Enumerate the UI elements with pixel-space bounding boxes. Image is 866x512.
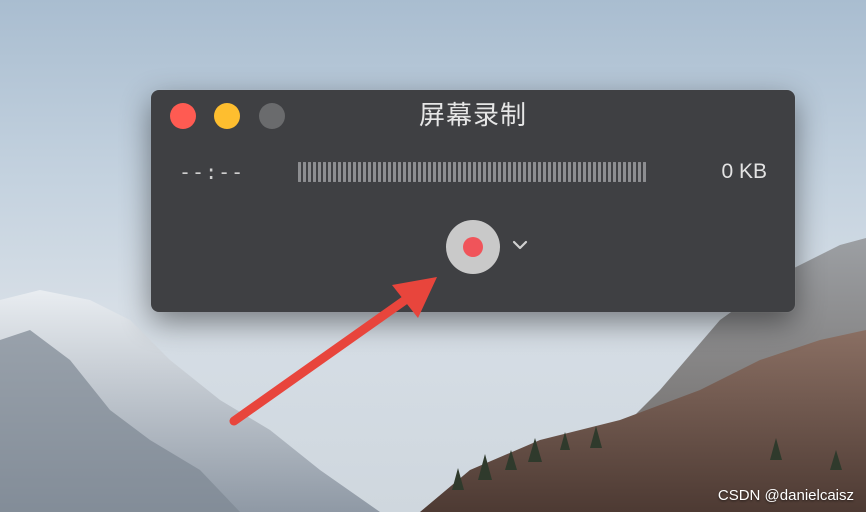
watermark: CSDN @danielcaisz	[717, 487, 854, 504]
chevron-down-icon	[512, 240, 528, 250]
title-bar[interactable]: 屏幕录制	[151, 90, 795, 142]
file-size: 0 KB	[721, 160, 767, 183]
screen-recording-window: 屏幕录制 --:-- 0 KB	[151, 90, 795, 312]
window-title: 屏幕录制	[418, 101, 527, 131]
audio-level-meter	[298, 162, 646, 182]
elapsed-time: --:--	[179, 160, 245, 184]
record-button[interactable]	[446, 220, 500, 274]
options-button[interactable]	[511, 238, 529, 252]
record-icon	[463, 237, 483, 257]
